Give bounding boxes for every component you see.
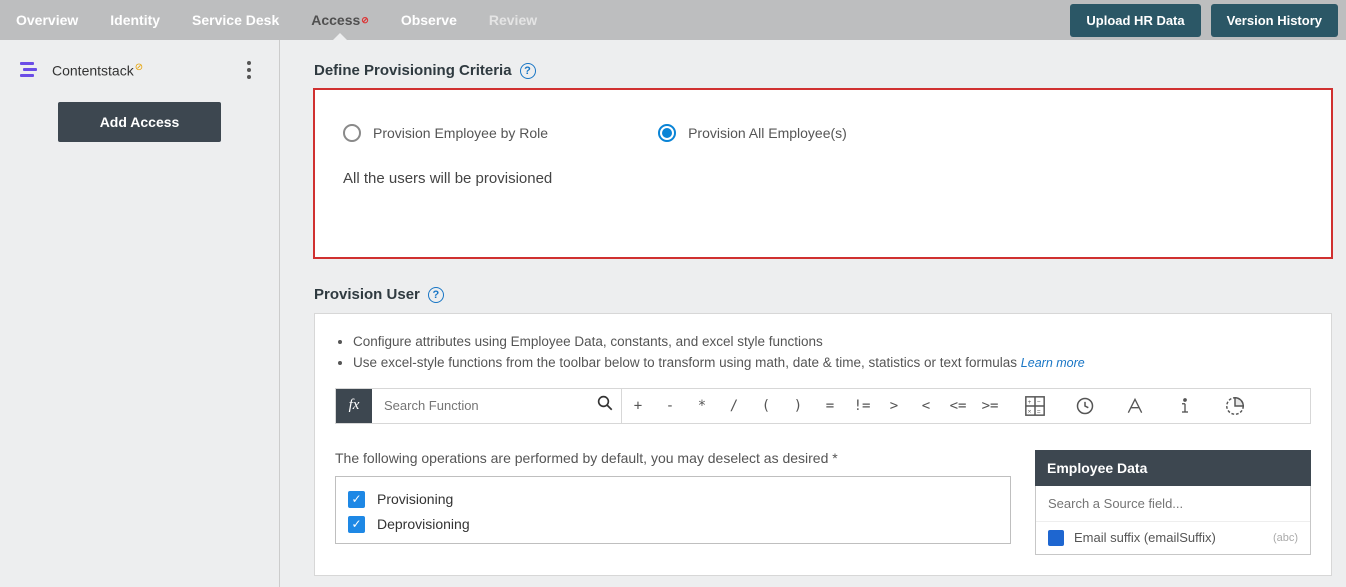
operator-!=[interactable]: != [846, 398, 878, 414]
app-header: Contentstack⊘ [18, 58, 143, 82]
sidebar: Contentstack⊘ Add Access [0, 40, 280, 587]
provision-title: Provision User ? [314, 286, 1332, 303]
operations-note: The following operations are performed b… [335, 450, 1011, 466]
search-icon[interactable] [589, 394, 621, 417]
help-icon[interactable]: ? [428, 287, 444, 303]
employee-data-header: Employee Data [1035, 450, 1311, 486]
info-icon[interactable] [1174, 395, 1196, 417]
svg-text:×: × [1028, 408, 1032, 415]
clock-icon[interactable] [1074, 395, 1096, 417]
help-icon[interactable]: ? [520, 63, 536, 79]
tab-service-desk[interactable]: Service Desk [176, 0, 295, 40]
provision-panel: Configure attributes using Employee Data… [314, 313, 1332, 576]
version-history-button[interactable]: Version History [1211, 4, 1338, 37]
operator-<[interactable]: < [910, 398, 942, 414]
tab-observe[interactable]: Observe [385, 0, 473, 40]
checkbox-deprovisioning[interactable]: ✓ [348, 516, 365, 533]
top-nav: Overview Identity Service Desk Access⊘ O… [0, 0, 553, 40]
checkbox-label: Provisioning [377, 491, 453, 507]
operations-box: ✓ Provisioning ✓ Deprovisioning [335, 476, 1011, 544]
stats-icon[interactable] [1224, 395, 1246, 417]
kebab-menu[interactable] [237, 58, 261, 82]
radio-all-employees[interactable]: Provision All Employee(s) [658, 124, 847, 142]
add-access-button[interactable]: Add Access [58, 102, 222, 142]
content-area: Define Provisioning Criteria ? Provision… [280, 40, 1346, 587]
operator-+[interactable]: + [622, 398, 654, 414]
employee-field-item[interactable]: Email suffix (emailSuffix) (abc) [1036, 521, 1310, 554]
employee-data-panel: Employee Data Email suffix (emailSuffix)… [1035, 450, 1311, 555]
radio-icon [343, 124, 361, 142]
top-buttons: Upload HR Data Version History [1070, 4, 1338, 37]
employee-search-input[interactable] [1036, 486, 1310, 521]
operator->[interactable]: > [878, 398, 910, 414]
checkbox-provisioning[interactable]: ✓ [348, 491, 365, 508]
fx-icon: fx [336, 389, 372, 423]
operators: +-*/()=!=><<=>= [622, 389, 1006, 423]
upload-hr-data-button[interactable]: Upload HR Data [1070, 4, 1200, 37]
tab-overview[interactable]: Overview [0, 0, 94, 40]
tab-identity[interactable]: Identity [94, 0, 176, 40]
tab-review[interactable]: Review [473, 0, 553, 40]
top-bar: Overview Identity Service Desk Access⊘ O… [0, 0, 1346, 40]
warning-icon: ⊘ [135, 62, 143, 73]
operator-([interactable]: ( [750, 398, 782, 414]
tab-access[interactable]: Access⊘ [295, 0, 385, 40]
criteria-panel: Provision Employee by Role Provision All… [314, 89, 1332, 258]
operator-*[interactable]: * [686, 398, 718, 414]
checkbox-label: Deprovisioning [377, 516, 470, 532]
alert-icon: ⊘ [361, 15, 369, 26]
svg-text:=: = [1037, 408, 1041, 415]
operator-=[interactable]: = [814, 398, 846, 414]
operator-/[interactable]: / [718, 398, 750, 414]
radio-icon [658, 124, 676, 142]
radio-by-role[interactable]: Provision Employee by Role [343, 124, 548, 142]
svg-text:+: + [1028, 399, 1032, 406]
operator-)[interactable]: ) [782, 398, 814, 414]
function-search-input[interactable] [372, 398, 589, 413]
svg-text:−: − [1037, 399, 1041, 406]
instruction-list: Configure attributes using Employee Data… [353, 332, 1311, 374]
contentstack-icon [18, 58, 42, 82]
app-name: Contentstack⊘ [52, 62, 143, 79]
field-type-icon [1048, 530, 1064, 546]
text-icon[interactable] [1124, 395, 1146, 417]
function-toolbar: fx +-*/()=!=><<=>= +−×= [335, 388, 1311, 424]
math-icon[interactable]: +−× = [1024, 395, 1046, 417]
operator-<=[interactable]: <= [942, 398, 974, 414]
criteria-title: Define Provisioning Criteria ? [314, 62, 1332, 79]
criteria-note: All the users will be provisioned [343, 170, 1303, 187]
operator--[interactable]: - [654, 398, 686, 414]
operator->=[interactable]: >= [974, 398, 1006, 414]
learn-more-link[interactable]: Learn more [1021, 356, 1085, 370]
